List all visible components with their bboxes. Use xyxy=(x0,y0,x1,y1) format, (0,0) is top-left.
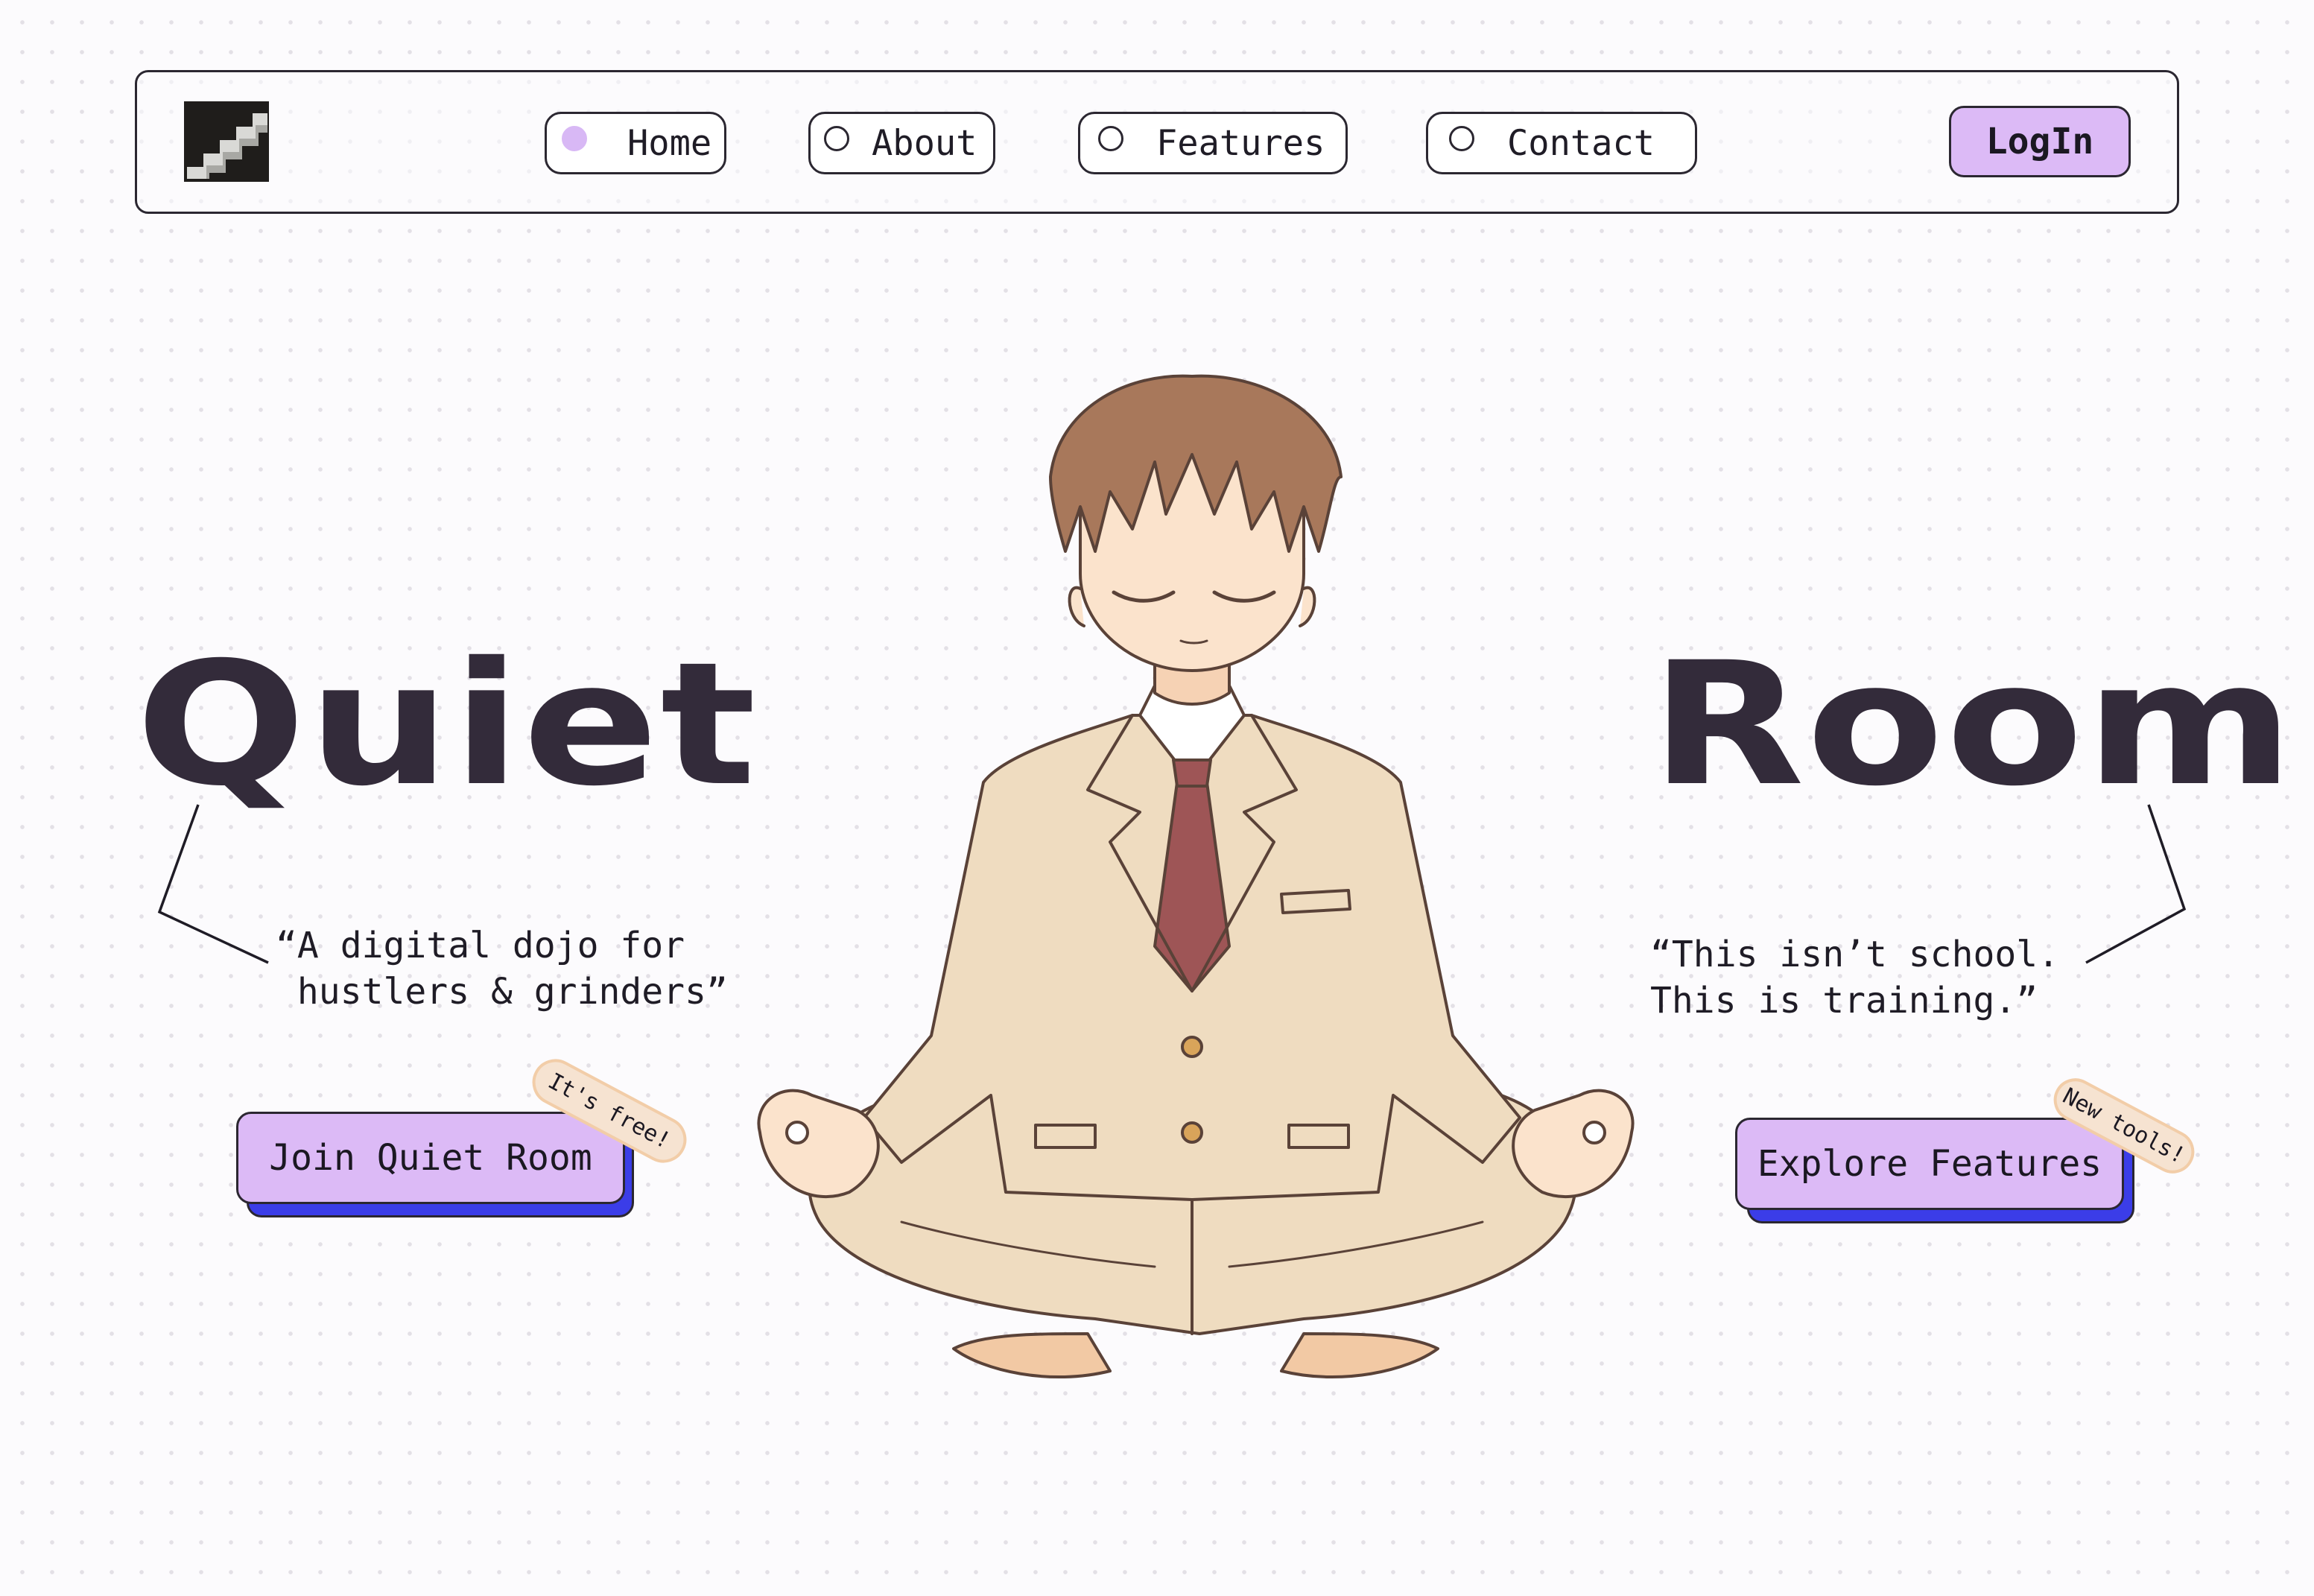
nav-item-label: Contact xyxy=(1507,122,1655,164)
nav-item-home[interactable]: Home xyxy=(545,112,726,174)
bracket-connector-left xyxy=(157,804,269,964)
nav-item-features[interactable]: Features xyxy=(1078,112,1348,174)
radio-empty-icon xyxy=(1449,126,1474,151)
hero-quote-left: “A digital dojo for hustlers & grinders” xyxy=(276,925,728,1013)
nav-item-label: About xyxy=(872,122,977,164)
meditating-character-illustration xyxy=(757,374,1635,1379)
nav-item-contact[interactable]: Contact xyxy=(1426,112,1697,174)
hero-title-right: Room xyxy=(1650,625,2296,823)
radio-empty-icon xyxy=(824,126,849,151)
login-button[interactable]: LogIn xyxy=(1949,106,2131,177)
bracket-connector-right xyxy=(2085,804,2187,964)
staircase-logo-icon[interactable] xyxy=(184,101,269,182)
nav-item-label: Home xyxy=(627,122,712,164)
hero-title-left: Quiet xyxy=(136,625,758,823)
join-button[interactable]: Join Quiet Room xyxy=(236,1112,625,1204)
radio-filled-icon xyxy=(562,126,587,151)
nav-item-about[interactable]: About xyxy=(808,112,995,174)
radio-empty-icon xyxy=(1098,126,1123,151)
nav-item-label: Features xyxy=(1156,122,1325,164)
hero-quote-right: “This isn’t school. This is training.” xyxy=(1650,934,2060,1022)
explore-features-button[interactable]: Explore Features xyxy=(1735,1118,2124,1210)
